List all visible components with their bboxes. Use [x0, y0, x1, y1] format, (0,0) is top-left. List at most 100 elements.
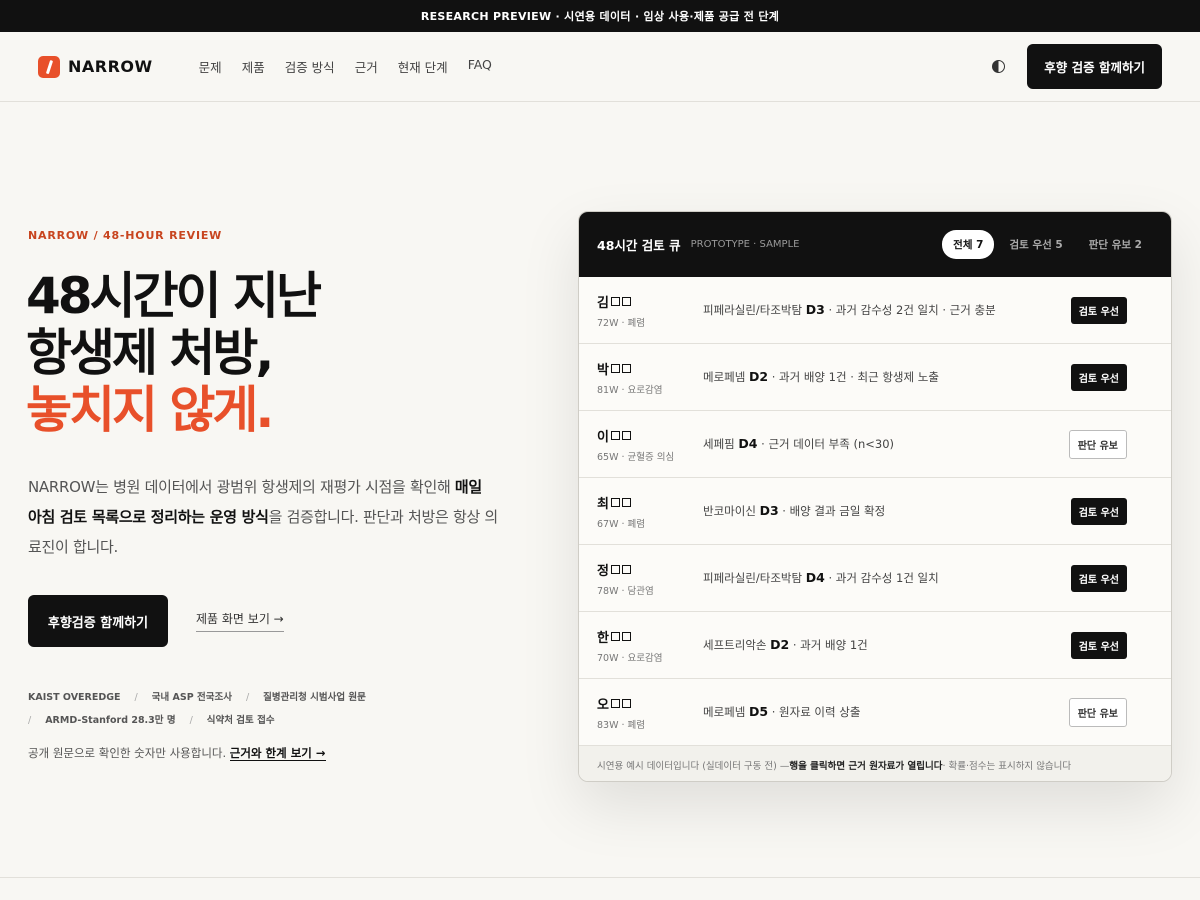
patient-surname: 최: [597, 496, 609, 512]
table-row[interactable]: 박 81W · 요로감염 메로페넴 D2 · 과거 배양 1건 · 최근 항생제 노…: [579, 344, 1171, 411]
table-row[interactable]: 정 78W · 담관염 피페라실린/타조박탐 D4 · 과거 감수성 1건 일치 검토…: [579, 545, 1171, 612]
antibiotic-summary: 피페라실린/타조박탐 D4 · 과거 감수성 1건 일치: [703, 570, 1071, 586]
status-badge: 검토 우선: [1070, 564, 1127, 592]
queue-rows: 김 72W · 폐렴 피페라실린/타조박탐 D3 · 과거 감수성 2건 일치 · …: [579, 277, 1171, 746]
evidence-limits-link[interactable]: 근거와 한계 보기 →: [229, 746, 326, 761]
table-row[interactable]: 김 72W · 폐렴 피페라실린/타조박탐 D3 · 과거 감수성 2건 일치 · …: [579, 277, 1171, 344]
patient-cell: 김 72W · 폐렴: [597, 292, 703, 329]
drug-name: 세페핌: [703, 437, 735, 451]
section-divider: [0, 877, 1200, 878]
status-badge: 검토 우선: [1070, 497, 1127, 525]
patient-meta: 67W · 폐렴: [597, 518, 646, 530]
source-item: 국내 ASP 전국조사: [151, 692, 232, 703]
panel-footer: 시연용 예시 데이터입니다 (실데이터 구동 전) — 행을 클릭하면 근거 원…: [579, 746, 1171, 781]
hero-cta-button[interactable]: 후향검증 함께하기: [28, 595, 168, 647]
hero-title-line1: 48시간이 지난: [26, 267, 322, 325]
therapy-day: D4: [738, 436, 758, 451]
footer-text-2: · 확률·점수는 표시하지 않습니다: [942, 760, 1072, 772]
table-row[interactable]: 한 70W · 요로감염 세프트리악손 D2 · 과거 배양 1건 검토 우선: [579, 612, 1171, 679]
header-cta-button[interactable]: 후향 검증 함께하기: [1027, 44, 1162, 89]
patient-cell: 정 78W · 담관염: [597, 560, 703, 597]
status-badge: 판단 유보: [1068, 697, 1127, 727]
therapy-day: D2: [748, 369, 769, 384]
logo-text: NARROW: [68, 57, 153, 76]
main-nav: 문제 제품 검증 방식 근거 현재 단계 FAQ: [199, 57, 492, 76]
masked-char-icon: [621, 430, 631, 440]
hero-title: 48시간이 지난 항생제 처방, 놓치지 않게.: [26, 267, 322, 439]
drug-name: 세프트리악손: [703, 638, 767, 652]
review-queue-panel: 48시간 검토 큐 PROTOTYPE · SAMPLE 전체 7 검토 우선 …: [578, 211, 1172, 782]
nav-item-validation[interactable]: 검증 방식: [285, 57, 335, 76]
product-screen-link[interactable]: 제품 화면 보기 →: [196, 610, 284, 632]
drug-name: 메로페넴: [703, 705, 746, 719]
patient-name: 최: [597, 493, 703, 512]
status-badge: 검토 우선: [1070, 363, 1127, 391]
therapy-day: D3: [805, 302, 825, 317]
patient-name: 박: [597, 359, 703, 378]
table-row[interactable]: 최 67W · 폐렴 반코마이신 D3 · 배양 결과 금일 확정 검토 우선: [579, 478, 1171, 545]
lead-text-1: NARROW는 병원 데이터에서 광범위 항생제의 재평가 시점을 확인해: [28, 478, 451, 496]
status-badge: 검토 우선: [1070, 296, 1127, 324]
table-row[interactable]: 이 65W · 균혈증 의심 세페핌 D4 · 근거 데이터 부족 (n<30) 판단…: [579, 411, 1171, 478]
nav-item-product[interactable]: 제품: [242, 57, 265, 76]
logo-mark-icon: [38, 55, 60, 78]
therapy-day: D3: [759, 503, 779, 518]
masked-char-icon: [621, 296, 631, 306]
row-detail: · 과거 감수성 2건 일치 · 근거 충분: [824, 303, 996, 317]
status-badge: 판단 유보: [1068, 429, 1127, 459]
hero-title-line2: 항생제 처방,: [26, 324, 274, 382]
tab-review-priority[interactable]: 검토 우선 5: [998, 230, 1073, 259]
logo[interactable]: NARROW: [38, 55, 153, 78]
panel-filter-tabs: 전체 7 검토 우선 5 판단 유보 2: [942, 230, 1153, 259]
patient-meta: 78W · 담관염: [597, 585, 654, 597]
patient-cell: 최 67W · 폐렴: [597, 493, 703, 530]
drug-name: 피페라실린/타조박탐: [703, 571, 803, 585]
nav-item-current-stage[interactable]: 현재 단계: [398, 57, 448, 76]
hero-actions: 후향검증 함께하기 제품 화면 보기 →: [28, 595, 284, 647]
patient-meta: 83W · 폐렴: [597, 719, 646, 731]
research-preview-banner: RESEARCH PREVIEW · 시연용 데이터 · 임상 사용·제품 공급…: [0, 0, 1200, 32]
masked-char-icon: [610, 497, 620, 507]
masked-char-icon: [621, 497, 631, 507]
tab-on-hold[interactable]: 판단 유보 2: [1078, 230, 1153, 259]
masked-char-icon: [610, 296, 620, 306]
site-header: NARROW 문제 제품 검증 방식 근거 현재 단계 FAQ 후향 검증 함께…: [0, 32, 1200, 102]
hero-title-line3: 놓치지 않게.: [26, 381, 274, 439]
masked-char-icon: [621, 564, 631, 574]
nav-item-problem[interactable]: 문제: [199, 57, 222, 76]
masked-char-icon: [610, 363, 620, 373]
antibiotic-summary: 피페라실린/타조박탐 D3 · 과거 감수성 2건 일치 · 근거 충분: [703, 302, 1071, 318]
row-detail: · 근거 데이터 부족 (n<30): [757, 437, 895, 451]
masked-char-icon: [610, 564, 620, 574]
row-detail: · 과거 배양 1건 · 최근 항생제 노출: [768, 370, 939, 384]
panel-subtitle: PROTOTYPE · SAMPLE: [690, 239, 800, 250]
source-note: 공개 원문으로 확인한 숫자만 사용합니다. 근거와 한계 보기 →: [28, 745, 326, 761]
patient-name: 한: [597, 627, 703, 646]
row-detail: · 원자료 이력 상출: [768, 705, 861, 719]
patient-meta: 70W · 요로감염: [597, 652, 663, 664]
panel-header: 48시간 검토 큐 PROTOTYPE · SAMPLE 전체 7 검토 우선 …: [579, 212, 1171, 277]
theme-toggle-icon[interactable]: [992, 60, 1006, 73]
patient-meta: 81W · 요로감염: [597, 384, 663, 396]
table-row[interactable]: 오 83W · 폐렴 메로페넴 D5 · 원자료 이력 상출 판단 유보: [579, 679, 1171, 746]
patient-cell: 한 70W · 요로감염: [597, 627, 703, 664]
therapy-day: D4: [805, 570, 825, 585]
source-divider: /: [28, 715, 32, 726]
banner-text: RESEARCH PREVIEW · 시연용 데이터 · 임상 사용·제품 공급…: [420, 10, 780, 23]
patient-name: 이: [597, 426, 703, 445]
source-divider: /: [245, 692, 250, 703]
patient-name: 오: [597, 694, 703, 713]
hero-eyebrow: NARROW / 48-HOUR REVIEW: [28, 229, 223, 242]
nav-item-faq[interactable]: FAQ: [468, 57, 492, 76]
drug-name: 반코마이신: [703, 504, 756, 518]
tab-all[interactable]: 전체 7: [942, 230, 995, 259]
antibiotic-summary: 메로페넴 D2 · 과거 배양 1건 · 최근 항생제 노출: [703, 369, 1071, 385]
source-item: KAIST OVEREDGE: [28, 692, 121, 703]
drug-name: 메로페넴: [703, 370, 746, 384]
footer-text-1: 시연용 예시 데이터입니다 (실데이터 구동 전) —: [597, 760, 790, 772]
nav-item-evidence[interactable]: 근거: [355, 57, 378, 76]
patient-meta: 65W · 균혈증 의심: [597, 451, 675, 463]
footer-emphasis: 행을 클릭하면 근거 원자료가 열립니다: [789, 760, 943, 772]
masked-char-icon: [610, 698, 620, 708]
patient-surname: 오: [597, 697, 609, 713]
